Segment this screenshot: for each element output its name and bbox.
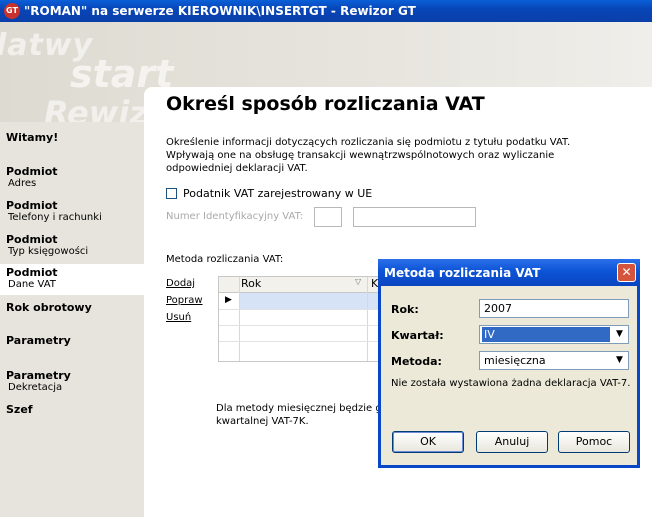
page-description: Określenie informacji dotyczących rozlic… (166, 137, 571, 174)
sidebar-item-label: Szef (6, 403, 33, 416)
metoda-label: Metoda rozliczania VAT: (166, 254, 284, 265)
sidebar-item-podmiot-typ[interactable]: Podmiot Typ księgowości (0, 233, 144, 257)
sidebar-item-podmiot-vat[interactable]: Podmiot Dane VAT (0, 264, 144, 295)
close-icon[interactable]: ✕ (617, 263, 636, 282)
dialog-message: Nie została wystawiona żadna deklaracja … (391, 378, 631, 389)
window-titlebar: GT "ROMAN" na serwerze KIEROWNIK\INSERTG… (0, 0, 652, 22)
kwartal-select[interactable]: IV ▼ (479, 325, 629, 344)
metoda-dialog: Metoda rozliczania VAT ✕ Rok: 2007 Kwart… (378, 259, 640, 468)
edit-link[interactable]: Popraw (166, 295, 203, 306)
metoda-select[interactable]: miesięczna ▼ (479, 351, 629, 370)
sidebar-item-parametry-dekretacja[interactable]: Parametry Dekretacja (0, 369, 144, 393)
sidebar-item-rok-obrotowy[interactable]: Rok obrotowy (0, 301, 144, 314)
sidebar-item-sublabel: Typ księgowości (8, 246, 89, 257)
kwartal-label: Kwartał: (391, 329, 444, 342)
grid-divider (219, 325, 389, 326)
cancel-button[interactable]: Anuluj (476, 431, 548, 453)
sidebar-item-label: Podmiot (6, 165, 58, 178)
app-icon: GT (4, 3, 20, 19)
sidebar-item-label: Parametry (6, 369, 71, 382)
grid-divider (367, 277, 368, 361)
sidebar-item-label: Witamy! (6, 131, 59, 144)
window-title: "ROMAN" na serwerze KIEROWNIK\INSERTGT -… (24, 4, 416, 18)
sidebar-item-parametry[interactable]: Parametry (0, 334, 144, 347)
kwartal-value: IV (482, 327, 610, 342)
grid-header: Rok ▽ K (219, 277, 389, 293)
checkbox-box[interactable] (166, 188, 177, 199)
dialog-titlebar[interactable]: Metoda rozliczania VAT ✕ (378, 259, 640, 286)
sidebar-item-szef[interactable]: Szef (0, 403, 144, 416)
dialog-title: Metoda rozliczania VAT (384, 265, 541, 280)
page-title: Określ sposób rozliczania VAT (166, 93, 485, 115)
nip-number-field[interactable] (353, 207, 476, 227)
metoda-value: miesięczna (484, 354, 546, 367)
vat-method-grid[interactable]: Rok ▽ K ▶ (218, 276, 390, 362)
grid-divider (219, 309, 389, 310)
sidebar-item-podmiot-adres[interactable]: Podmiot Adres (0, 165, 144, 189)
nip-country-field[interactable] (314, 207, 342, 227)
rok-input[interactable]: 2007 (479, 299, 629, 318)
chevron-down-icon[interactable]: ▼ (613, 328, 626, 341)
delete-link[interactable]: Usuń (166, 312, 191, 323)
sidebar-item-label: Parametry (6, 334, 71, 347)
sidebar-item-sublabel: Adres (8, 178, 37, 189)
sidebar-item-podmiot-telefony[interactable]: Podmiot Telefony i rachunki (0, 199, 144, 223)
grid-divider (219, 341, 389, 342)
grid-column-rok[interactable]: Rok (241, 277, 261, 290)
method-note: Dla metody miesięcznej będzie gen kwarta… (216, 403, 394, 427)
sidebar-item-label: Podmiot (6, 233, 58, 246)
sidebar-item-label: Rok obrotowy (6, 301, 92, 314)
help-button[interactable]: Pomoc (558, 431, 630, 453)
sidebar-item-sublabel: Dekretacja (8, 382, 63, 393)
add-link[interactable]: Dodaj (166, 278, 195, 289)
checkbox-label: Podatnik VAT zarejestrowany w UE (183, 187, 373, 200)
sidebar-item-sublabel: Dane VAT (8, 279, 56, 290)
sort-icon: ▽ (355, 277, 362, 286)
metoda-dialog-label: Metoda: (391, 355, 442, 368)
sidebar-item-label: Podmiot (6, 199, 58, 212)
sidebar-item-sublabel: Telefony i rachunki (8, 212, 102, 223)
chevron-down-icon[interactable]: ▼ (613, 354, 626, 367)
nip-label: Numer Identyfikacyjny VAT: (166, 211, 303, 222)
sidebar-item-witamy[interactable]: Witamy! (0, 131, 144, 144)
sidebar-item-label: Podmiot (6, 266, 58, 279)
row-pointer-icon: ▶ (225, 295, 232, 305)
ok-button[interactable]: OK (392, 431, 464, 453)
grid-divider (239, 277, 240, 361)
rok-label: Rok: (391, 303, 419, 316)
vat-ue-checkbox[interactable]: Podatnik VAT zarejestrowany w UE (166, 187, 372, 200)
